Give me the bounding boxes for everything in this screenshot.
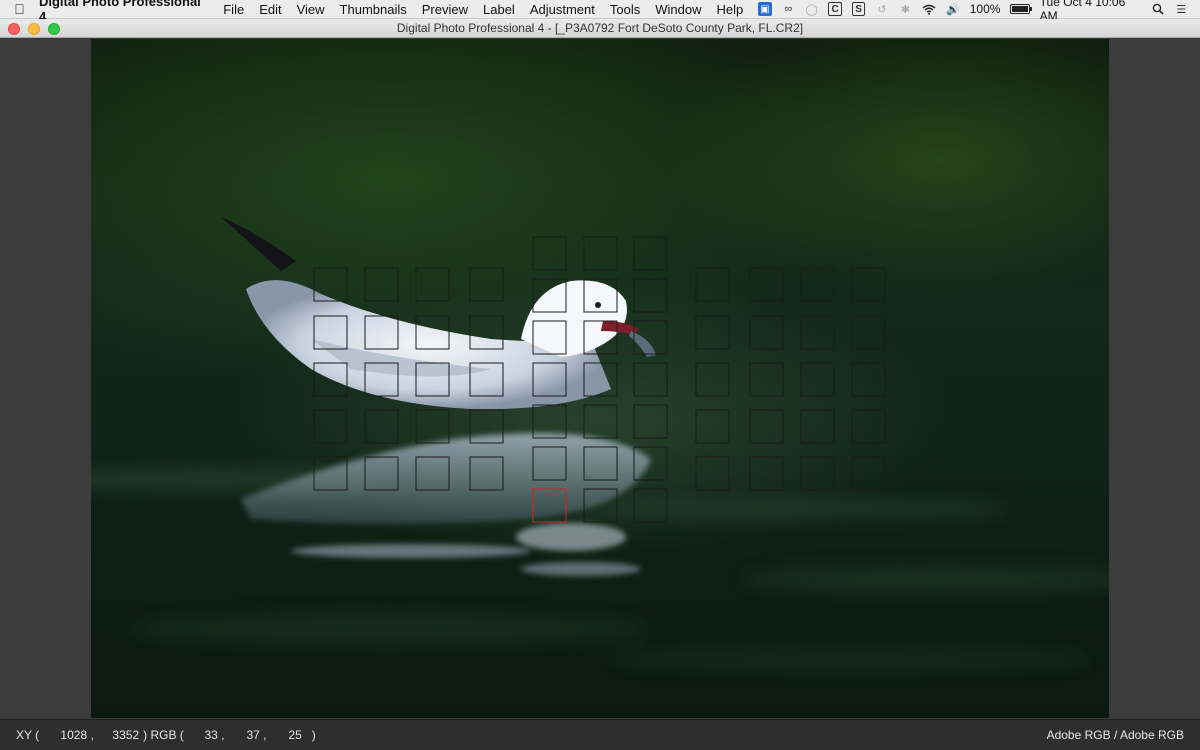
af-point	[749, 409, 784, 444]
menu-help[interactable]: Help	[716, 2, 743, 17]
comma-separator: ,	[90, 728, 94, 742]
c-app-icon[interactable]: C	[828, 2, 842, 16]
s-app-icon[interactable]: S	[851, 2, 866, 16]
battery-fill	[1012, 6, 1029, 12]
bluetooth-icon[interactable]: ✱	[899, 2, 912, 16]
x-coordinate: 1028	[60, 728, 88, 742]
menu-view[interactable]: View	[297, 2, 325, 17]
af-point	[851, 362, 886, 397]
battery-icon[interactable]	[1010, 4, 1032, 14]
af-point	[749, 267, 784, 302]
af-point	[633, 236, 668, 271]
af-point	[749, 456, 784, 491]
battery-percent[interactable]: 100%	[970, 2, 1001, 16]
af-point	[633, 362, 668, 397]
af-point	[800, 267, 835, 302]
window-title-bar[interactable]: Digital Photo Professional 4 - [_P3A0792…	[0, 19, 1200, 38]
menu-thumbnails[interactable]: Thumbnails	[340, 2, 407, 17]
y-coordinate: 3352	[112, 728, 140, 742]
status-bar: XY ( 1028 , 3352 ) RGB ( 33 , 37 , 25 ) …	[0, 719, 1200, 750]
af-point	[364, 409, 399, 444]
af-point	[583, 236, 618, 271]
creative-cloud-icon[interactable]: ∞	[782, 2, 795, 16]
af-point	[415, 409, 450, 444]
rgb-label: ) RGB (	[143, 728, 184, 742]
af-point	[851, 267, 886, 302]
photo-scene	[91, 217, 1109, 671]
menu-preview[interactable]: Preview	[422, 2, 468, 17]
af-point	[532, 404, 567, 439]
g-value: 37	[246, 728, 260, 742]
menu-label[interactable]: Label	[483, 2, 515, 17]
zoom-window-button[interactable]	[48, 23, 60, 35]
af-point	[695, 456, 730, 491]
af-point	[695, 362, 730, 397]
menu-tools[interactable]: Tools	[610, 2, 640, 17]
b-value: 25	[288, 728, 302, 742]
menu-window[interactable]: Window	[655, 2, 701, 17]
af-point	[633, 404, 668, 439]
af-point	[851, 315, 886, 350]
af-point	[800, 409, 835, 444]
af-point	[851, 409, 886, 444]
menu-bar:  Digital Photo Professional 4 File Edit…	[0, 0, 1200, 24]
gull-reflection	[241, 433, 651, 576]
pixel-readout: XY ( 1028 , 3352 ) RGB ( 33 , 37 , 25 )	[16, 728, 316, 742]
color-profile: Adobe RGB / Adobe RGB	[1046, 728, 1184, 742]
af-point	[695, 315, 730, 350]
menu-file[interactable]: File	[223, 2, 244, 17]
menu-edit[interactable]: Edit	[259, 2, 281, 17]
photo-preview[interactable]	[91, 39, 1109, 718]
af-point	[851, 456, 886, 491]
comma-separator: ,	[263, 728, 267, 742]
close-window-button[interactable]	[8, 23, 20, 35]
close-paren: )	[311, 728, 316, 742]
r-value: 33	[204, 728, 218, 742]
af-point	[532, 236, 567, 271]
af-point	[469, 267, 504, 302]
wifi-icon[interactable]	[922, 2, 936, 16]
volume-icon[interactable]: 🔊	[946, 2, 960, 16]
window-title: Digital Photo Professional 4 - [_P3A0792…	[396, 21, 804, 35]
scanner-icon[interactable]: ▣	[758, 2, 772, 16]
notification-center-icon[interactable]: ☰	[1175, 2, 1188, 16]
af-point	[800, 362, 835, 397]
af-point	[583, 404, 618, 439]
af-point	[313, 409, 348, 444]
time-machine-icon[interactable]: ↺	[875, 2, 888, 16]
af-point	[749, 362, 784, 397]
af-point	[364, 267, 399, 302]
af-point	[633, 278, 668, 313]
gull	[221, 217, 656, 410]
spotlight-search-icon[interactable]	[1151, 2, 1164, 16]
comma-separator: ,	[221, 728, 225, 742]
af-point	[800, 456, 835, 491]
xy-label: XY (	[16, 728, 40, 742]
cloud-sync-icon[interactable]: ◯	[805, 2, 818, 16]
window-controls	[8, 23, 60, 35]
af-point	[800, 315, 835, 350]
preview-area	[0, 39, 1200, 719]
af-point	[695, 267, 730, 302]
af-point	[415, 267, 450, 302]
apple-icon[interactable]: 	[0, 1, 39, 17]
menu-adjustment[interactable]: Adjustment	[530, 2, 595, 17]
af-point	[695, 409, 730, 444]
minimize-window-button[interactable]	[28, 23, 40, 35]
af-point	[749, 315, 784, 350]
